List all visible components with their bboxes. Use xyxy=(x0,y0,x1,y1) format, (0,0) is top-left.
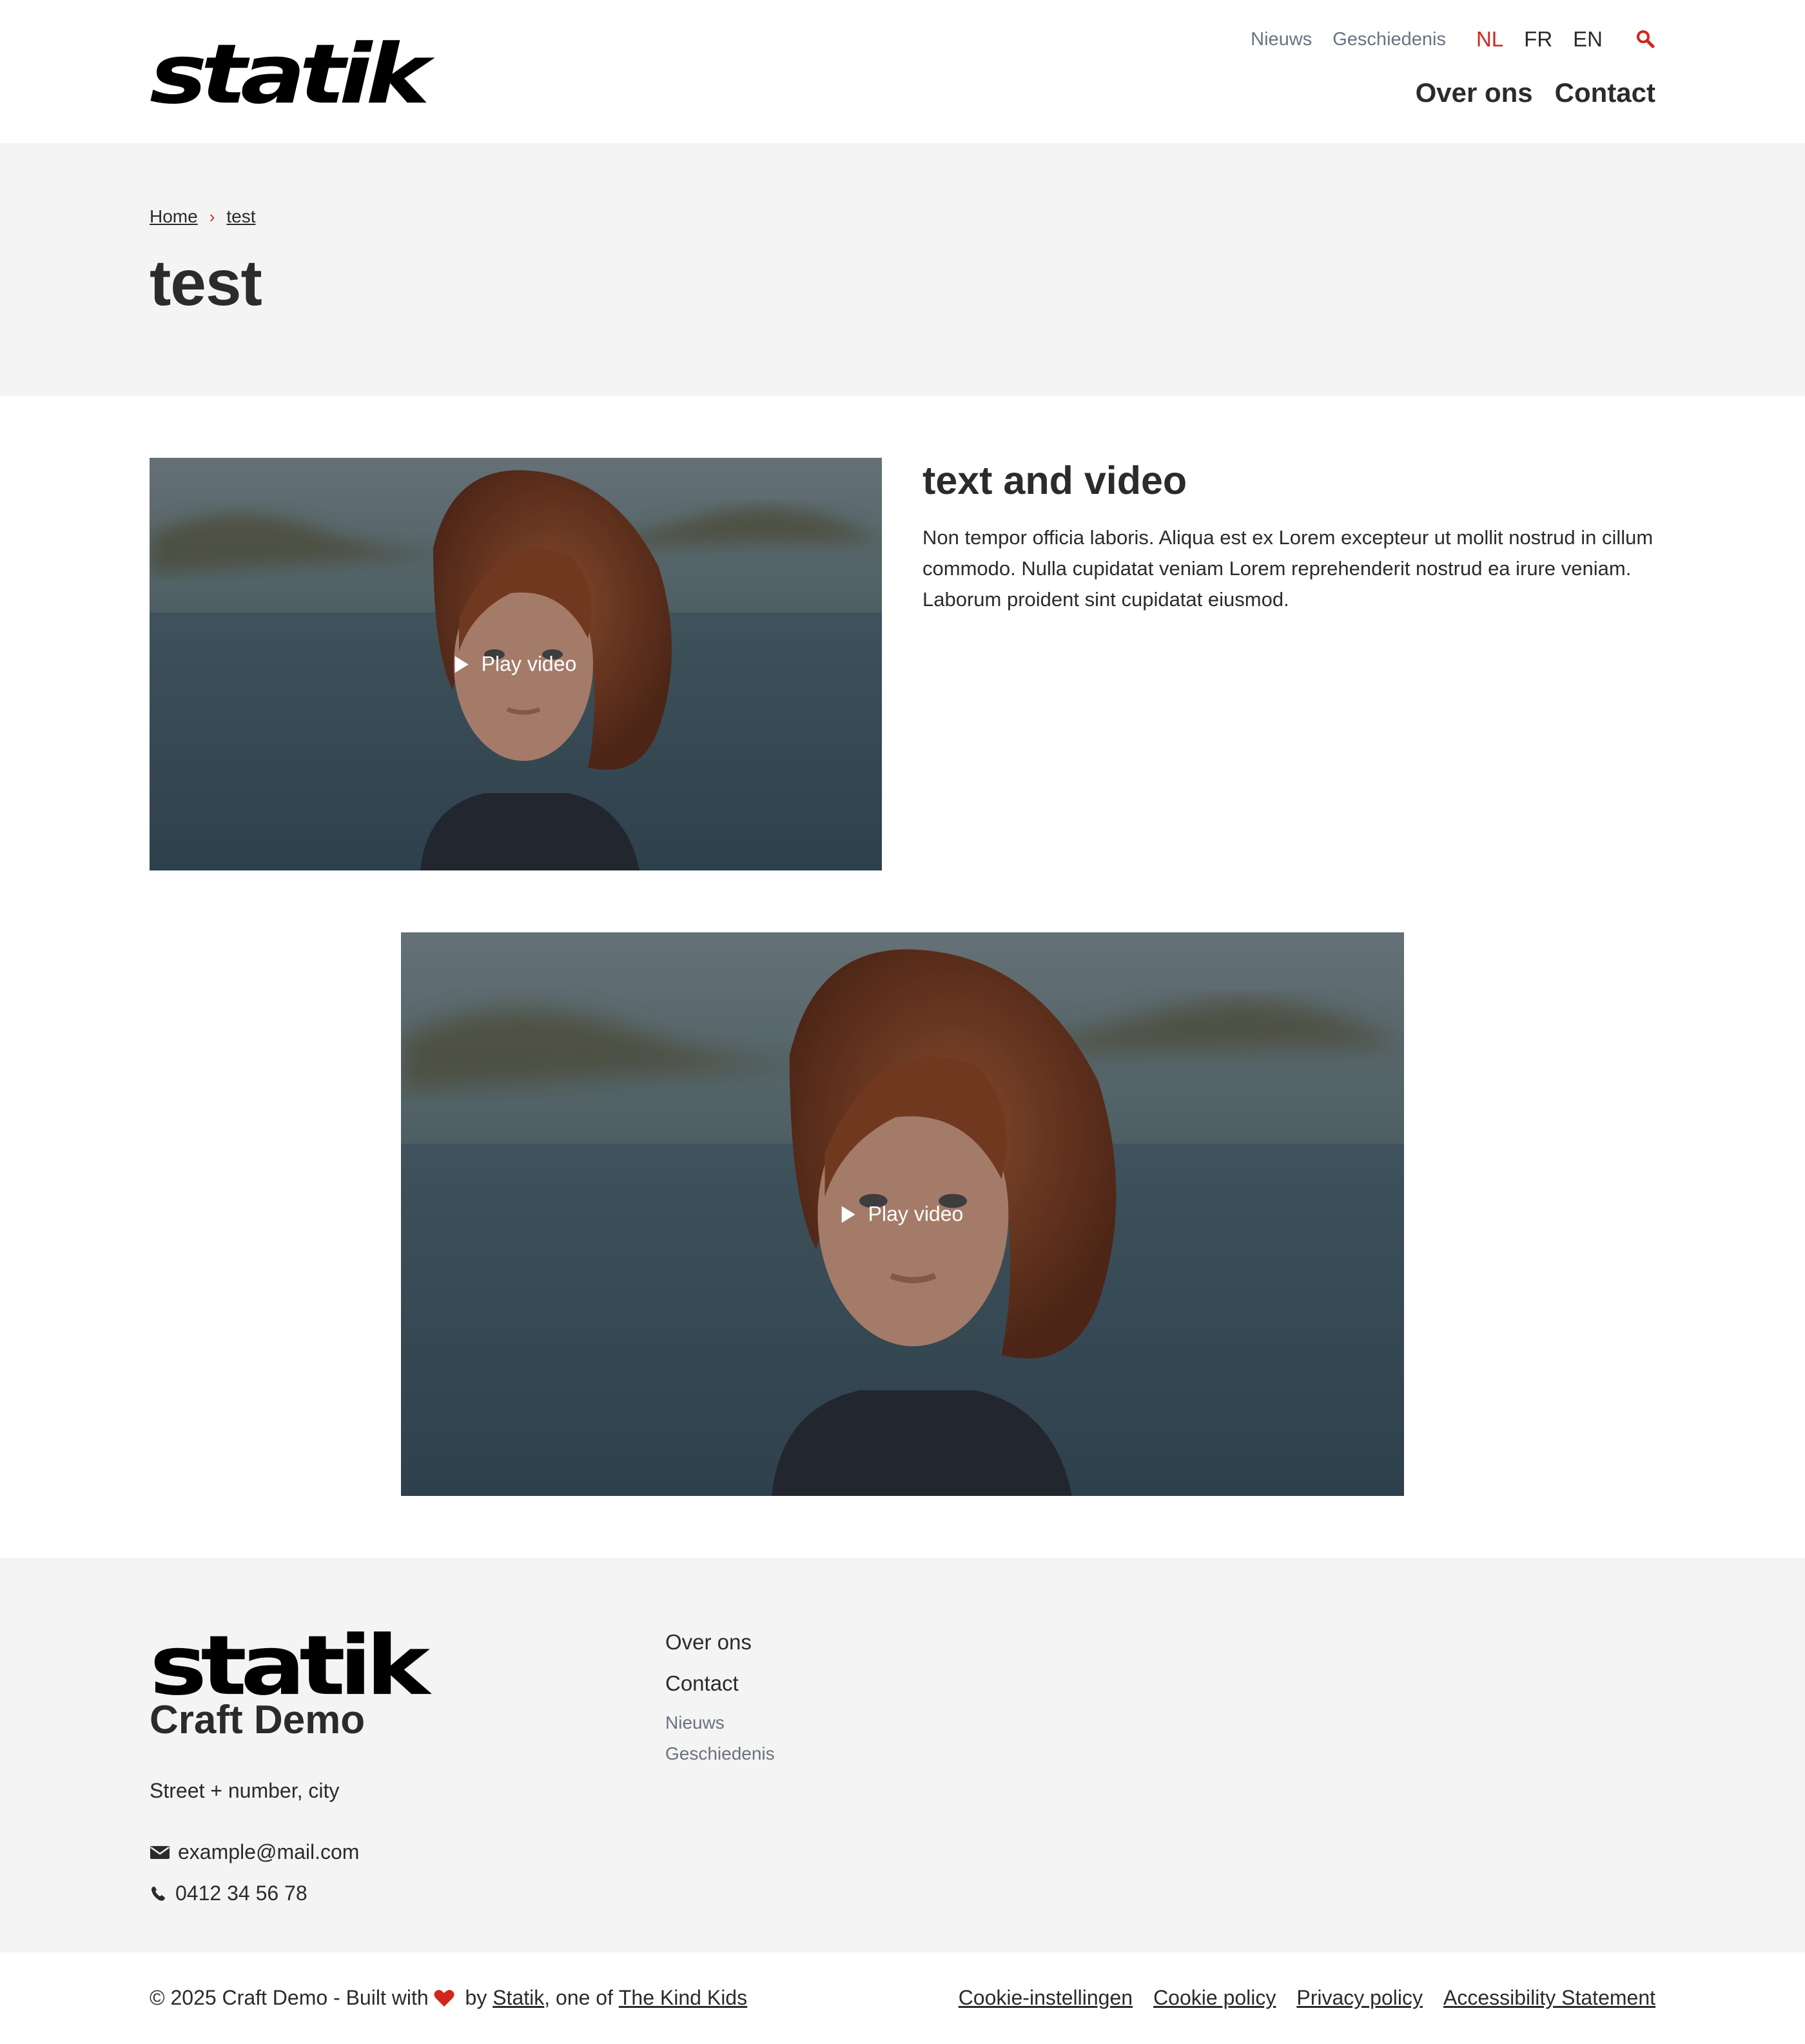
page-hero: Home › test test xyxy=(0,143,1805,396)
top-nav: Nieuws Geschiedenis NL FR EN xyxy=(1251,27,1657,52)
search-button[interactable] xyxy=(1635,28,1657,50)
video-thumbnail-large[interactable]: Play video xyxy=(401,932,1404,1496)
breadcrumb: Home › test xyxy=(150,206,256,227)
footer-statik-logo[interactable]: statik xyxy=(150,1625,430,1707)
top-link-nieuws[interactable]: Nieuws xyxy=(1251,29,1312,50)
footer-email[interactable]: example@mail.com xyxy=(150,1840,359,1864)
play-icon xyxy=(841,1206,855,1223)
copyright-one-of: , one of xyxy=(544,1986,619,2009)
footer-nav: Over ons Contact Nieuws Geschiedenis xyxy=(665,1630,775,1774)
phone-icon xyxy=(151,1886,165,1901)
video-thumbnail-small[interactable]: Play video xyxy=(150,458,882,870)
kind-kids-link[interactable]: The Kind Kids xyxy=(619,1986,747,2010)
statik-link[interactable]: Statik xyxy=(493,1986,544,2010)
legal-privacy-policy[interactable]: Privacy policy xyxy=(1296,1986,1423,2010)
envelope-icon xyxy=(150,1845,170,1859)
footer-phone-text[interactable]: 0412 34 56 78 xyxy=(175,1882,307,1905)
legal-cookie-policy[interactable]: Cookie policy xyxy=(1153,1986,1276,2010)
breadcrumb-current[interactable]: test xyxy=(226,206,255,227)
play-icon xyxy=(454,656,469,673)
footer-phone[interactable]: 0412 34 56 78 xyxy=(150,1882,307,1905)
site-footer: statik Craft Demo Street + number, city … xyxy=(0,1558,1805,1952)
nav-contact[interactable]: Contact xyxy=(1555,77,1655,108)
legal-accessibility-statement[interactable]: Accessibility Statement xyxy=(1443,1986,1655,2010)
chevron-right-icon: › xyxy=(209,206,215,226)
copyright-text: © 2025 Craft Demo - Built with xyxy=(150,1986,429,2009)
footer-email-text[interactable]: example@mail.com xyxy=(178,1840,359,1864)
top-link-geschiedenis[interactable]: Geschiedenis xyxy=(1332,29,1446,50)
section-title: text and video xyxy=(922,458,1187,502)
heart-icon xyxy=(434,1989,454,2007)
play-video-button[interactable]: Play video xyxy=(841,1202,964,1226)
search-icon xyxy=(1637,30,1655,48)
language-switcher: NL FR EN xyxy=(1476,27,1603,52)
play-video-label: Play video xyxy=(481,652,577,676)
legal-cookie-settings[interactable]: Cookie-instellingen xyxy=(959,1986,1133,2010)
copyright-by: by xyxy=(459,1986,493,2009)
lang-nl[interactable]: NL xyxy=(1476,27,1503,52)
copyright: © 2025 Craft Demo - Built with by Statik… xyxy=(150,1986,747,2010)
legal-links: Cookie-instellingen Cookie policy Privac… xyxy=(959,1986,1655,2010)
statik-logo[interactable]: statik xyxy=(150,34,430,116)
lang-fr[interactable]: FR xyxy=(1524,27,1552,52)
play-video-label: Play video xyxy=(868,1202,964,1226)
section-body: Non tempor officia laboris. Aliqua est e… xyxy=(922,526,1654,611)
footer-brand-name: Craft Demo xyxy=(150,1698,366,1742)
play-video-button[interactable]: Play video xyxy=(454,652,577,676)
footer-nav-nieuws[interactable]: Nieuws xyxy=(665,1713,775,1744)
site-header: statik Nieuws Geschiedenis NL FR EN Over… xyxy=(0,0,1805,143)
footer-nav-geschiedenis[interactable]: Geschiedenis xyxy=(665,1744,775,1774)
page-title: test xyxy=(150,247,262,319)
nav-over-ons[interactable]: Over ons xyxy=(1416,77,1533,108)
main-nav: Over ons Contact xyxy=(1416,77,1655,108)
lang-en[interactable]: EN xyxy=(1573,27,1603,52)
footer-nav-contact[interactable]: Contact xyxy=(665,1671,775,1713)
bottom-bar: © 2025 Craft Demo - Built with by Statik… xyxy=(0,1952,1805,2044)
footer-address: Street + number, city xyxy=(150,1779,340,1802)
breadcrumb-home[interactable]: Home xyxy=(150,206,198,227)
footer-nav-over-ons[interactable]: Over ons xyxy=(665,1630,775,1671)
